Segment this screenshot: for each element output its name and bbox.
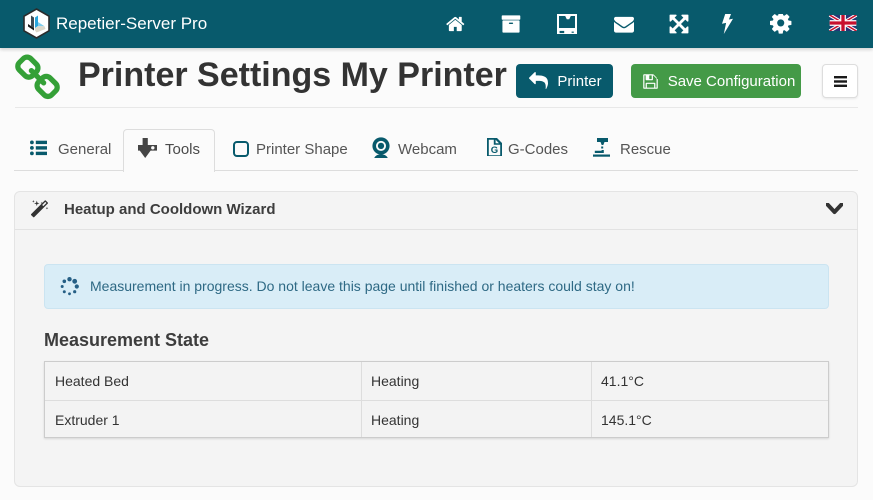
svg-text:G: G <box>491 145 498 156</box>
